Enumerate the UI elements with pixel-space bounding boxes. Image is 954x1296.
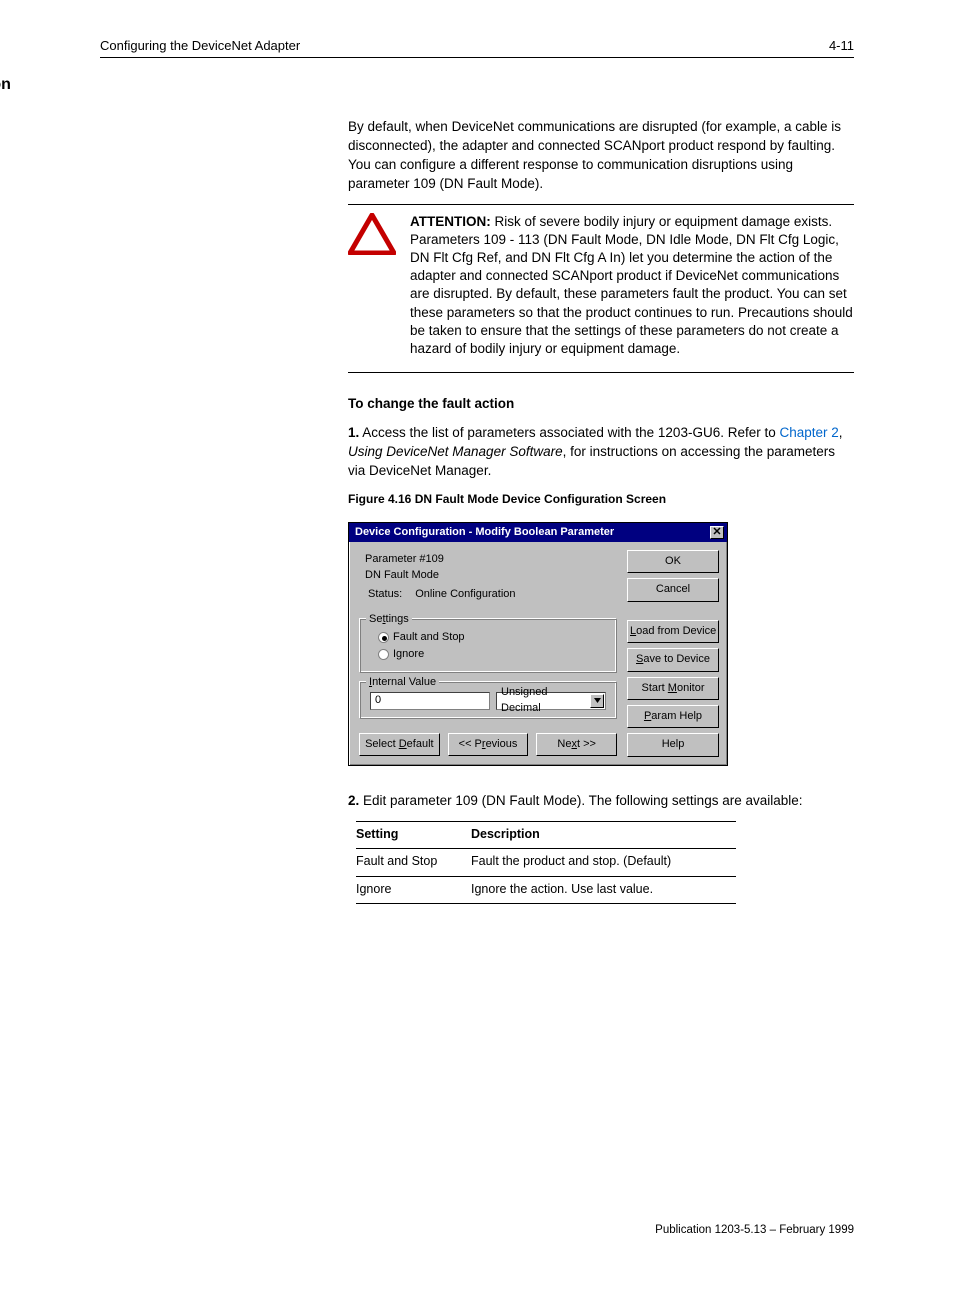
internal-value-field[interactable]: 0: [370, 692, 490, 710]
cancel-button[interactable]: Cancel: [627, 578, 719, 601]
settings-group: Settings Fault and Stop Ignore: [359, 618, 617, 673]
radio-ignore[interactable]: Ignore: [378, 646, 606, 663]
dialog-info: Parameter #109 DN Fault Mode Status: Onl…: [357, 550, 619, 612]
ok-button[interactable]: OK: [627, 550, 719, 573]
attention-text: ATTENTION: Risk of severe bodily injury …: [410, 213, 854, 359]
select-default-button[interactable]: Select Default: [359, 733, 440, 756]
settings-table: Setting Description Fault and Stop Fault…: [356, 821, 736, 905]
step-1-before: Access the list of parameters associated…: [362, 425, 779, 440]
status-value: Online Configuration: [414, 586, 516, 604]
chapter-link[interactable]: Chapter 2: [779, 425, 838, 440]
radio-icon: [378, 632, 389, 643]
save-to-device-button[interactable]: Save to Device: [627, 648, 719, 671]
dialog: Device Configuration - Modify Boolean Pa…: [348, 522, 728, 766]
chevron-down-icon[interactable]: [590, 694, 604, 708]
format-value: Unsigned Decimal: [501, 685, 590, 716]
param-help-button[interactable]: Param Help: [627, 705, 719, 728]
settings-legend: Settings: [366, 612, 412, 627]
param-name: DN Fault Mode: [365, 568, 617, 584]
step-1-mid: ,: [839, 425, 843, 440]
th-description: Description: [471, 821, 736, 849]
step-1: 1. Access the list of parameters associa…: [348, 424, 854, 481]
dialog-titlebar[interactable]: Device Configuration - Modify Boolean Pa…: [349, 523, 727, 542]
attention-bottom-rule: [348, 372, 854, 373]
step-1-num: 1.: [348, 425, 359, 440]
cell-setting: Ignore: [356, 876, 471, 904]
next-button[interactable]: Next >>: [536, 733, 617, 756]
figure-caption: Figure 4.16 DN Fault Mode Device Configu…: [348, 491, 854, 508]
step-2: 2. Edit parameter 109 (DN Fault Mode). T…: [348, 792, 854, 811]
attention-body: Risk of severe bodily injury or equipmen…: [410, 214, 853, 357]
format-select[interactable]: Unsigned Decimal: [496, 692, 606, 710]
step-2-num: 2.: [348, 793, 359, 808]
step-2-body: Edit parameter 109 (DN Fault Mode). The …: [363, 793, 802, 808]
header-page: 4-11: [829, 38, 854, 53]
cell-description: Ignore the action. Use last value.: [471, 876, 736, 904]
status-label: Status:: [367, 586, 412, 604]
radio-ignore-label: Ignore: [393, 647, 424, 662]
intro-paragraph: By default, when DeviceNet communication…: [348, 118, 854, 194]
step-1-emph: Using DeviceNet Manager Software: [348, 444, 563, 459]
load-from-device-button[interactable]: Load from Device: [627, 620, 719, 643]
close-icon[interactable]: ✕: [710, 526, 724, 539]
header-rule: [100, 57, 854, 58]
table-row: Fault and Stop Fault the product and sto…: [356, 849, 736, 877]
dialog-title: Device Configuration - Modify Boolean Pa…: [355, 525, 614, 540]
cell-setting: Fault and Stop: [356, 849, 471, 877]
radio-fault-stop-label: Fault and Stop: [393, 630, 465, 645]
th-setting: Setting: [356, 821, 471, 849]
internal-value-legend: Internal Value: [366, 675, 439, 690]
radio-icon: [378, 649, 389, 660]
param-num: Parameter #109: [365, 552, 617, 568]
header-chapter: Configuring the DeviceNet Adapter: [100, 38, 300, 53]
attention-label: ATTENTION:: [410, 214, 491, 229]
footer-publication: Publication 1203-5.13 – February 1999: [100, 1224, 854, 1236]
attention-icon: [348, 213, 396, 261]
start-monitor-button[interactable]: Start Monitor: [627, 677, 719, 700]
radio-fault-stop[interactable]: Fault and Stop: [378, 629, 606, 646]
changing-heading: To change the fault action: [348, 395, 854, 414]
internal-value-group: Internal Value 0 Unsigned Decimal: [359, 681, 617, 719]
table-row: Ignore Ignore the action. Use last value…: [356, 876, 736, 904]
section-title: Setting the Fault Action: [0, 76, 11, 94]
cell-description: Fault the product and stop. (Default): [471, 849, 736, 877]
help-button[interactable]: Help: [627, 733, 719, 756]
previous-button[interactable]: << Previous: [448, 733, 529, 756]
